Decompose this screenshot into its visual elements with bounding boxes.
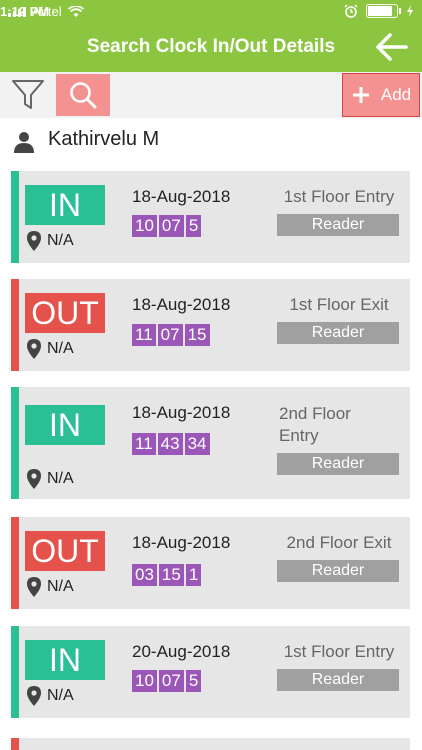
entry-time: 03 15 1	[132, 564, 202, 586]
location-pin-icon	[27, 577, 41, 597]
entry-date: 18-Aug-2018	[132, 187, 231, 206]
location-text: N/A	[47, 232, 74, 249]
entry-card[interactable]: IN N/A 18-Aug-2018 11 43 34 2nd Floor En…	[11, 387, 410, 499]
time-minutes: 43	[157, 433, 183, 455]
time-seconds: 1	[185, 564, 202, 586]
entry-time: 11 43 34	[132, 433, 210, 455]
entry-device: Reader	[277, 214, 399, 236]
entry-type-badge: IN	[25, 185, 105, 225]
entry-location: N/A	[27, 577, 74, 597]
filter-icon[interactable]	[10, 76, 46, 112]
entry-location: N/A	[27, 686, 74, 706]
time-hours: 10	[132, 670, 157, 692]
time-hours: 03	[132, 564, 157, 586]
entry-date: 18-Aug-2018	[132, 295, 231, 314]
status-stripe	[11, 738, 19, 750]
entry-card[interactable]: OUT N/A 18-Aug-2018 03 15 1 2nd Floor Ex…	[11, 517, 410, 609]
entry-device: Reader	[277, 453, 399, 475]
entry-place: 1st Floor Entry	[283, 187, 395, 206]
time-seconds: 5	[185, 215, 202, 237]
location-text: N/A	[47, 470, 74, 487]
entry-card[interactable]: OUT N/A 18-Aug-2018 11 07 15 1st Floor E…	[11, 279, 410, 371]
entry-card-partial[interactable]	[11, 738, 410, 750]
entry-date: 18-Aug-2018	[132, 403, 231, 422]
entry-type-badge: IN	[25, 640, 105, 680]
time-minutes: 15	[158, 564, 184, 586]
entry-card[interactable]: IN N/A 20-Aug-2018 10 07 5 1st Floor Ent…	[11, 626, 410, 718]
time-hours: 10	[132, 215, 157, 237]
entry-device: Reader	[277, 322, 399, 344]
entry-time: 11 07 15	[132, 324, 210, 346]
entry-device: Reader	[277, 560, 399, 582]
entry-type-badge: IN	[25, 405, 105, 445]
location-pin-icon	[27, 231, 41, 251]
location-pin-icon	[27, 339, 41, 359]
status-stripe	[11, 626, 19, 718]
back-arrow-icon[interactable]	[374, 30, 408, 64]
status-stripe	[11, 279, 19, 371]
entry-place: 2nd Floor Entry	[279, 404, 351, 445]
entry-time: 10 07 5	[132, 670, 202, 692]
user-name: Kathirvelu M	[48, 128, 160, 150]
status-bar: Airtel 1:12 PM	[0, 0, 422, 24]
search-icon	[70, 82, 97, 109]
entry-location: N/A	[27, 469, 74, 489]
charging-icon	[407, 5, 413, 17]
location-text: N/A	[47, 340, 74, 357]
entry-type-badge: OUT	[25, 293, 105, 333]
entry-date: 20-Aug-2018	[132, 642, 231, 661]
status-stripe	[11, 517, 19, 609]
entry-location: N/A	[27, 231, 74, 251]
entry-type-badge: OUT	[25, 531, 105, 571]
status-stripe	[11, 387, 19, 499]
time-seconds: 15	[184, 324, 210, 346]
status-stripe	[11, 171, 19, 263]
time-hours: 11	[132, 324, 156, 346]
page-title: Search Clock In/Out Details	[86, 36, 336, 57]
location-pin-icon	[27, 469, 41, 489]
entry-card[interactable]: IN N/A 18-Aug-2018 10 07 5 1st Floor Ent…	[11, 171, 410, 263]
time-minutes: 07	[157, 324, 183, 346]
entry-date: 18-Aug-2018	[132, 533, 231, 552]
alarm-icon	[344, 4, 358, 18]
entry-location: N/A	[27, 339, 74, 359]
location-pin-icon	[27, 686, 41, 706]
entry-place: 2nd Floor Exit	[286, 533, 392, 552]
time-minutes: 07	[158, 215, 184, 237]
entry-place: 1st Floor Entry	[283, 642, 395, 661]
time-minutes: 07	[158, 670, 184, 692]
entry-time: 10 07 5	[132, 215, 202, 237]
user-icon	[14, 132, 34, 153]
search-button[interactable]	[56, 74, 110, 116]
location-text: N/A	[47, 578, 74, 595]
add-button-label: Add	[380, 85, 412, 104]
entry-device: Reader	[277, 669, 399, 691]
entry-place: 1st Floor Exit	[289, 295, 389, 314]
time-seconds: 34	[184, 433, 210, 455]
time-seconds: 5	[185, 670, 202, 692]
plus-icon	[352, 87, 369, 103]
add-button[interactable]: Add	[342, 73, 420, 117]
time-hours: 11	[132, 433, 156, 455]
location-text: N/A	[47, 687, 74, 704]
battery-icon	[366, 4, 401, 18]
